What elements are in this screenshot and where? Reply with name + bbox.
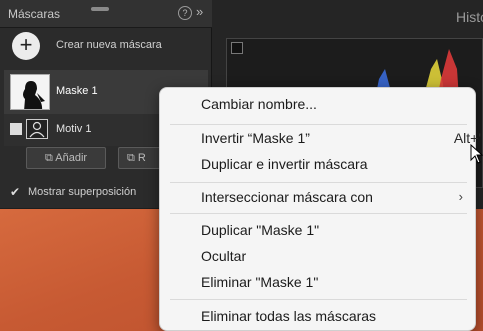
context-menu: Cambiar nombre... Invertir “Maske 1” Alt…: [159, 87, 481, 331]
menu-item-label: Eliminar "Maske 1": [201, 274, 319, 290]
menu-item-label: Cambiar nombre...: [201, 96, 317, 112]
help-icon[interactable]: ?: [178, 6, 192, 20]
menu-item-delete-all[interactable]: Eliminar todas las máscaras: [201, 308, 376, 328]
menu-item-intersect[interactable]: Interseccionar máscara con ›: [201, 189, 463, 209]
subject-mode-icon: [10, 123, 22, 135]
mouse-pointer-icon: [470, 144, 483, 164]
panel-header: Máscaras ? »: [0, 0, 212, 28]
overlay-checkbox[interactable]: ✔: [10, 186, 22, 198]
mask-thumbnail: [10, 74, 50, 110]
collapse-icon[interactable]: »: [196, 4, 203, 19]
menu-item-label: Duplicar "Maske 1": [201, 222, 320, 238]
menu-item-label: Ocultar: [201, 248, 247, 264]
histogram-title: Histo: [456, 9, 483, 25]
menu-separator: [170, 124, 467, 125]
add-icon: ⧉: [44, 152, 56, 164]
menu-item-label: Duplicar e invertir máscara: [201, 156, 368, 172]
subtract-icon: ⧉: [127, 152, 138, 164]
create-mask-label[interactable]: Crear nueva máscara: [56, 39, 162, 51]
add-button[interactable]: ⧉ Añadir: [26, 147, 106, 169]
menu-item-duplicate-invert[interactable]: Duplicar e invertir máscara: [201, 156, 368, 176]
component-label: Motiv 1: [56, 123, 92, 135]
menu-item-label: Eliminar todas las máscaras: [201, 308, 377, 324]
chevron-right-icon: ›: [458, 189, 463, 204]
menu-item-rename[interactable]: Cambiar nombre...: [201, 96, 317, 116]
shadow-clipping-icon[interactable]: [231, 42, 243, 54]
menu-item-duplicate[interactable]: Duplicar "Maske 1": [201, 222, 319, 242]
menu-item-delete[interactable]: Eliminar "Maske 1": [201, 274, 318, 294]
subject-icon: [26, 119, 48, 139]
menu-separator: [170, 299, 467, 300]
overlay-label[interactable]: Mostrar superposición: [28, 186, 136, 198]
panel-drag-handle[interactable]: [91, 7, 109, 11]
panel-title: Máscaras: [8, 7, 61, 21]
menu-item-label: Interseccionar máscara con: [201, 189, 373, 205]
menu-separator: [170, 182, 467, 183]
menu-item-hide[interactable]: Ocultar: [201, 248, 246, 268]
subtract-label: R: [137, 152, 146, 164]
add-label: Añadir: [55, 152, 88, 164]
menu-item-label: Invertir “Maske 1”: [201, 130, 310, 146]
menu-item-invert[interactable]: Invertir “Maske 1” Alt+': [201, 130, 481, 150]
menu-separator: [170, 213, 467, 214]
create-mask-button[interactable]: +: [12, 32, 40, 60]
mask-label: Maske 1: [56, 85, 98, 97]
